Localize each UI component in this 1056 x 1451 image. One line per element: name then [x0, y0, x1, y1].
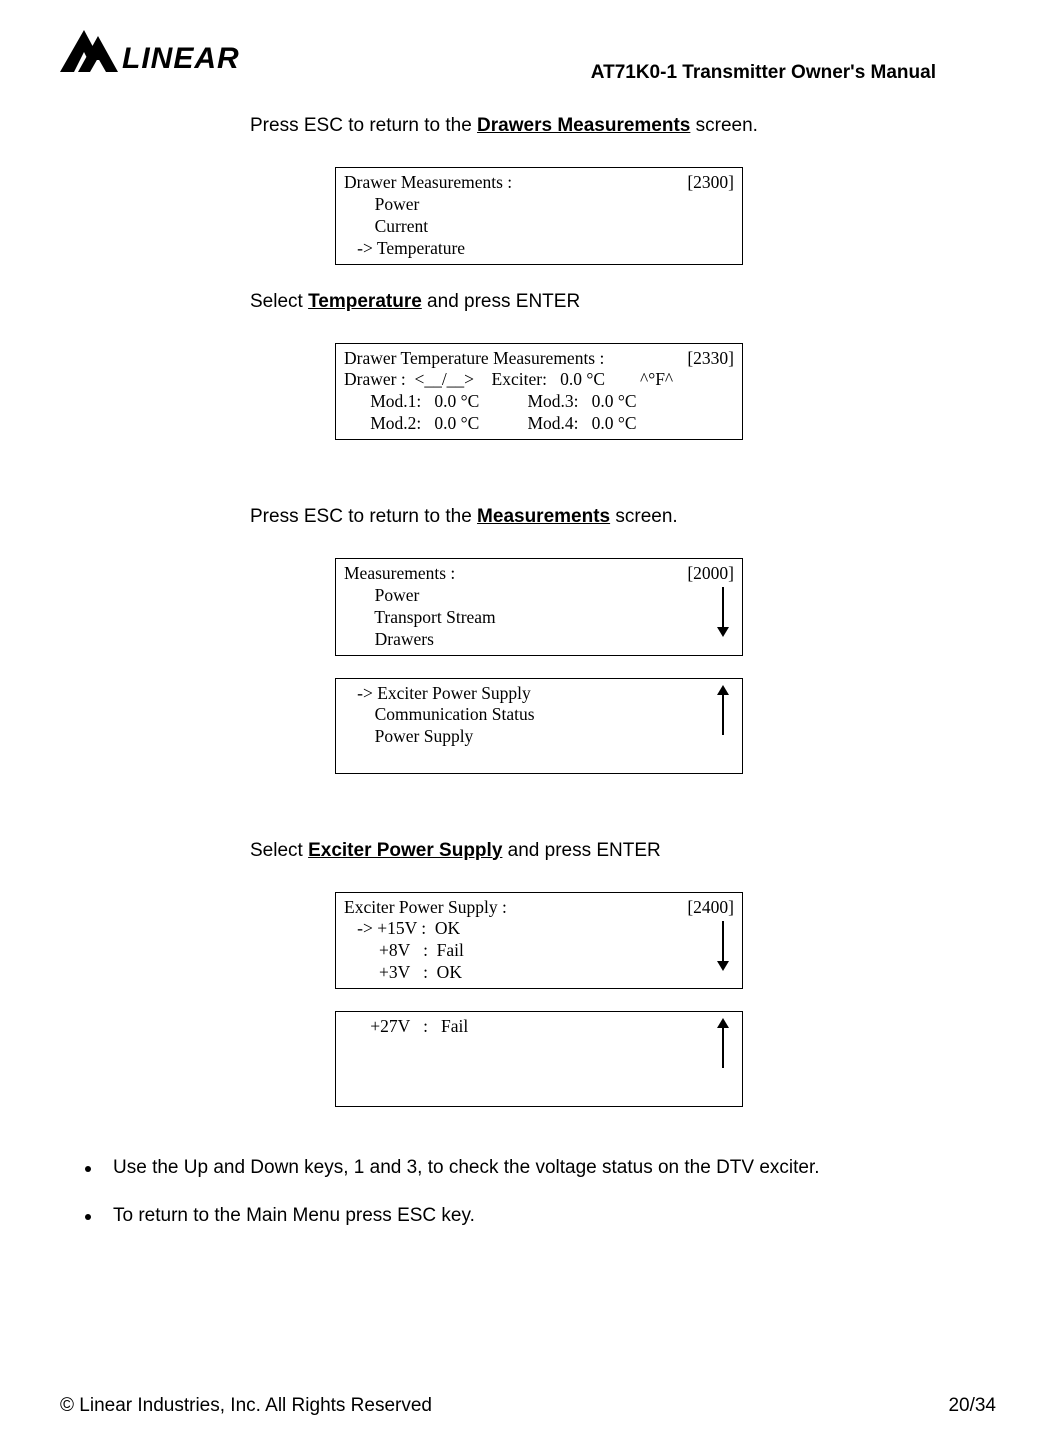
page-footer: © Linear Industries, Inc. All Rights Res…: [60, 1395, 996, 1417]
text: Select: [250, 291, 308, 312]
instruction-3: Press ESC to return to the Measurements …: [250, 506, 996, 528]
document-title: AT71K0-1 Transmitter Owner's Manual: [591, 62, 936, 84]
lcd-line: +8V : Fail: [344, 940, 734, 962]
lcd-screen-drawer-temperature: Drawer Temperature Measurements :[2330] …: [335, 343, 743, 441]
lcd-screen-measurements-1: Measurements : [2000] Power Transport Str…: [335, 558, 743, 656]
lcd-line: +3V : OK: [344, 962, 734, 984]
lcd-line: -> Exciter Power Supply: [344, 683, 734, 705]
lcd-line: Exciter Power Supply :: [344, 897, 507, 919]
lcd-line: Current: [344, 216, 734, 238]
scroll-down-icon: [716, 921, 730, 977]
lcd-line: Mod.1: 0.0 °C Mod.3: 0.0 °C: [344, 391, 734, 413]
list-item: Use the Up and Down keys, 1 and 3, to ch…: [85, 1157, 986, 1179]
lcd-code: [2300]: [687, 172, 734, 194]
lcd-code: [2330]: [687, 348, 734, 370]
lcd-line: Drawer : <__/__> Exciter: 0.0 °C ^°F^: [344, 369, 734, 391]
bullet-text: To return to the Main Menu press ESC key…: [113, 1205, 475, 1227]
text: and press ENTER: [422, 291, 580, 312]
lcd-line: Drawer Temperature Measurements :: [344, 348, 604, 370]
lcd-line: -> Temperature: [344, 238, 734, 260]
scroll-up-icon: [716, 685, 730, 741]
text-bold: Exciter Power Supply: [308, 840, 502, 861]
lcd-line: -> +15V : OK: [344, 918, 734, 940]
lcd-line: +27V : Fail: [344, 1016, 734, 1038]
lcd-line: Power Supply: [344, 726, 734, 748]
lcd-screen-exciter-ps-1: Exciter Power Supply : [2400] -> +15V : O…: [335, 892, 743, 990]
lcd-screen-measurements-2: -> Exciter Power Supply Communication St…: [335, 678, 743, 774]
lcd-line: Transport Stream: [344, 607, 734, 629]
lcd-line: Power: [344, 585, 734, 607]
text-bold: Measurements: [477, 506, 610, 527]
brand-text: LINEAR: [122, 42, 240, 75]
lcd-line: Measurements :: [344, 563, 455, 585]
bullet-icon: [85, 1166, 91, 1172]
bullet-list: Use the Up and Down keys, 1 and 3, to ch…: [60, 1157, 996, 1227]
instruction-1: Press ESC to return to the Drawers Measu…: [250, 115, 996, 137]
page-header: LINEAR AT71K0-1 Transmitter Owner's Manu…: [60, 30, 996, 85]
text: screen.: [610, 506, 678, 527]
lcd-code: [2000]: [687, 563, 734, 585]
scroll-down-icon: [716, 587, 730, 643]
text: screen.: [690, 115, 758, 136]
lcd-line: Mod.2: 0.0 °C Mod.4: 0.0 °C: [344, 413, 734, 435]
lcd-line: Drawer Measurements :: [344, 172, 512, 194]
text-bold: Temperature: [308, 291, 422, 312]
page-number: 20/34: [948, 1395, 996, 1417]
text: Press ESC to return to the: [250, 115, 477, 136]
text: Select: [250, 840, 308, 861]
instruction-4: Select Exciter Power Supply and press EN…: [250, 840, 996, 862]
lcd-code: [2400]: [687, 897, 734, 919]
bullet-icon: [85, 1214, 91, 1220]
lcd-line: Power: [344, 194, 734, 216]
text: Press ESC to return to the: [250, 506, 477, 527]
text: and press ENTER: [502, 840, 660, 861]
scroll-up-icon: [716, 1018, 730, 1074]
instruction-2: Select Temperature and press ENTER: [250, 291, 996, 313]
text-bold: Drawers Measurements: [477, 115, 690, 136]
lcd-screen-drawer-measurements: Drawer Measurements : [2300] Power Curren…: [335, 167, 743, 265]
list-item: To return to the Main Menu press ESC key…: [85, 1205, 986, 1227]
bullet-text: Use the Up and Down keys, 1 and 3, to ch…: [113, 1157, 820, 1179]
lcd-line: Drawers: [344, 629, 734, 651]
brand-logo: LINEAR: [60, 30, 270, 85]
copyright: © Linear Industries, Inc. All Rights Res…: [60, 1395, 432, 1417]
lcd-line: Communication Status: [344, 704, 734, 726]
lcd-screen-exciter-ps-2: +27V : Fail: [335, 1011, 743, 1107]
